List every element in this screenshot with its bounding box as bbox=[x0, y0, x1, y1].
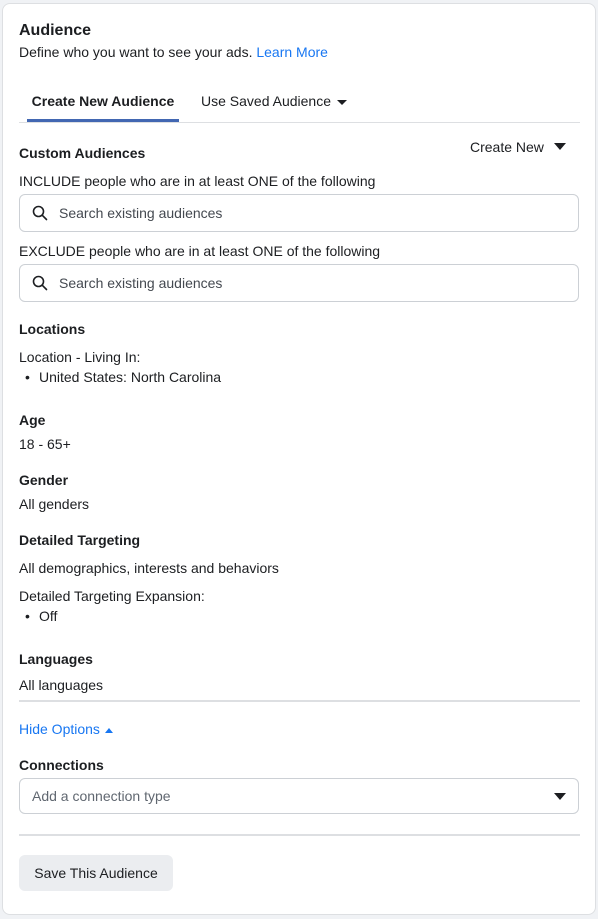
include-search-placeholder: Search existing audiences bbox=[59, 205, 223, 221]
tab-label: Create New Audience bbox=[31, 93, 175, 109]
create-new-label: Create New bbox=[470, 139, 544, 155]
search-icon bbox=[32, 275, 48, 291]
audience-tabs: Create New Audience Use Saved Audience bbox=[19, 84, 580, 123]
detailed-targeting-value: All demographics, interests and behavior… bbox=[19, 560, 279, 576]
connections-heading: Connections bbox=[19, 757, 104, 773]
create-new-dropdown[interactable]: Create New bbox=[470, 139, 544, 155]
location-item: United States: North Carolina bbox=[19, 369, 221, 385]
detailed-targeting-heading: Detailed Targeting bbox=[19, 532, 141, 548]
include-label: INCLUDE people who are in at least ONE o… bbox=[19, 173, 376, 189]
caret-down-icon bbox=[336, 99, 347, 105]
tab-use-saved-audience[interactable]: Use Saved Audience bbox=[201, 84, 347, 122]
connection-type-placeholder: Add a connection type bbox=[32, 788, 171, 804]
hide-options-link[interactable]: Hide Options bbox=[19, 721, 113, 737]
caret-up-icon bbox=[104, 727, 113, 733]
gender-heading: Gender bbox=[19, 472, 69, 488]
targeting-expansion-label: Detailed Targeting Expansion: bbox=[19, 588, 205, 604]
languages-value: All languages bbox=[19, 677, 104, 693]
gender-value: All genders bbox=[19, 496, 90, 512]
include-search-input[interactable]: Search existing audiences bbox=[19, 194, 579, 232]
learn-more-link[interactable]: Learn More bbox=[256, 44, 328, 60]
save-audience-button[interactable]: Save This Audience bbox=[19, 855, 173, 891]
description-text: Define who you want to see your ads. bbox=[19, 44, 253, 60]
hide-options-label: Hide Options bbox=[19, 721, 100, 737]
languages-heading: Languages bbox=[19, 651, 93, 667]
divider bbox=[19, 700, 580, 702]
locations-heading: Locations bbox=[19, 321, 86, 337]
age-heading: Age bbox=[19, 412, 46, 428]
age-value: 18 - 65+ bbox=[19, 436, 71, 452]
targeting-expansion-item: Off bbox=[19, 608, 57, 624]
custom-audiences-heading: Custom Audiences bbox=[19, 145, 146, 161]
page-title: Audience bbox=[19, 22, 92, 39]
tab-create-new-audience[interactable]: Create New Audience bbox=[27, 84, 179, 122]
exclude-label: EXCLUDE people who are in at least ONE o… bbox=[19, 243, 381, 259]
caret-down-icon bbox=[554, 143, 566, 150]
exclude-search-input[interactable]: Search existing audiences bbox=[19, 264, 579, 302]
search-icon bbox=[32, 205, 48, 221]
exclude-search-placeholder: Search existing audiences bbox=[59, 275, 223, 291]
save-audience-label: Save This Audience bbox=[34, 865, 158, 881]
divider bbox=[19, 834, 580, 836]
location-type: Location - Living In: bbox=[19, 349, 141, 365]
tab-label: Use Saved Audience bbox=[201, 93, 331, 109]
caret-down-icon bbox=[554, 793, 566, 800]
connection-type-select[interactable]: Add a connection type bbox=[19, 778, 579, 814]
page-description: Define who you want to see your ads. Lea… bbox=[19, 44, 328, 60]
audience-card: Audience Define who you want to see your… bbox=[2, 3, 596, 915]
